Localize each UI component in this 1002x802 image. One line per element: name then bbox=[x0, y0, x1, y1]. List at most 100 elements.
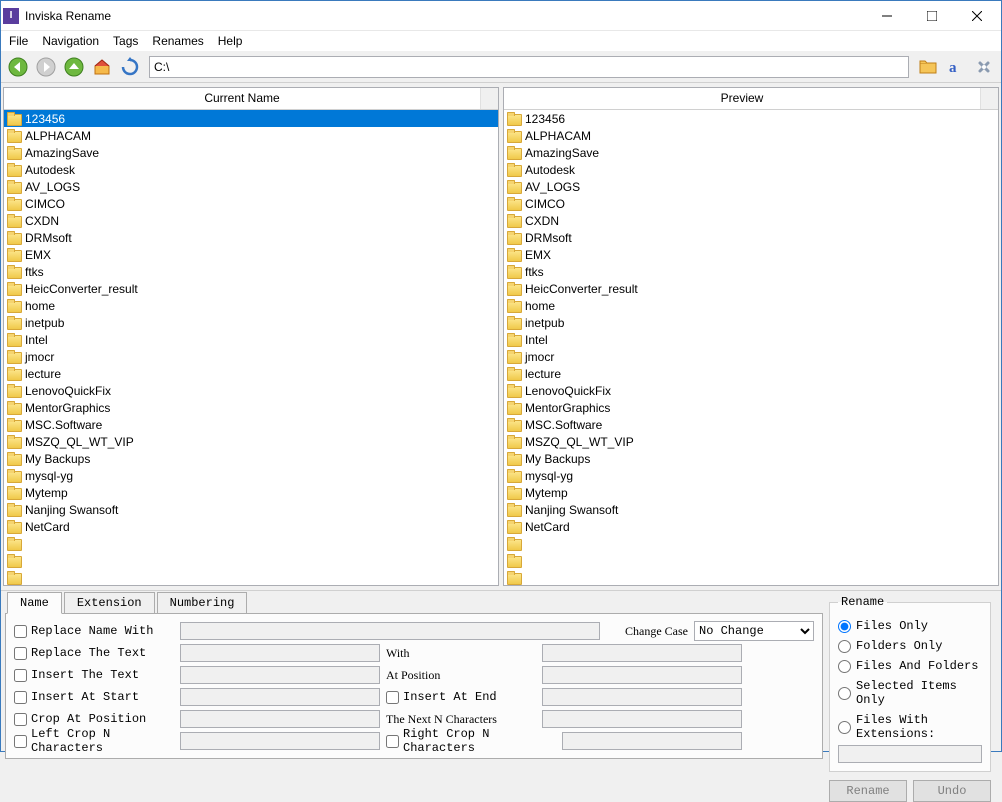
replace-the-text-check[interactable] bbox=[14, 647, 27, 660]
at-position-input[interactable] bbox=[542, 666, 742, 684]
open-folder-button[interactable] bbox=[915, 54, 941, 80]
menu-navigation[interactable]: Navigation bbox=[42, 34, 99, 48]
menu-tags[interactable]: Tags bbox=[113, 34, 138, 48]
forward-button[interactable] bbox=[33, 54, 59, 80]
list-item[interactable]: jmocr bbox=[504, 348, 998, 365]
current-name-list[interactable]: 123456ALPHACAMAmazingSaveAutodeskAV_LOGS… bbox=[4, 110, 498, 585]
replace-the-text-input[interactable] bbox=[180, 644, 380, 662]
list-item[interactable]: ALPHACAM bbox=[504, 127, 998, 144]
crop-at-position-check[interactable] bbox=[14, 713, 27, 726]
list-item[interactable]: AmazingSave bbox=[504, 144, 998, 161]
insert-at-start-input[interactable] bbox=[180, 688, 380, 706]
list-item[interactable]: AV_LOGS bbox=[504, 178, 998, 195]
minimize-button[interactable] bbox=[864, 2, 909, 30]
insert-at-end-check[interactable] bbox=[386, 691, 399, 704]
rename-button[interactable]: Rename bbox=[829, 780, 907, 802]
left-crop-n-check[interactable] bbox=[14, 735, 27, 748]
list-item[interactable]: MSZQ_QL_WT_VIP bbox=[504, 433, 998, 450]
font-button[interactable]: a bbox=[943, 54, 969, 80]
insert-at-end-input[interactable] bbox=[542, 688, 742, 706]
menu-file[interactable]: File bbox=[9, 34, 28, 48]
list-item[interactable]: home bbox=[504, 297, 998, 314]
menu-help[interactable]: Help bbox=[218, 34, 243, 48]
tab-extension[interactable]: Extension bbox=[64, 592, 155, 613]
up-button[interactable] bbox=[61, 54, 87, 80]
list-item[interactable]: Intel bbox=[4, 331, 498, 348]
list-item[interactable]: DRMsoft bbox=[4, 229, 498, 246]
list-item[interactable]: AmazingSave bbox=[4, 144, 498, 161]
crop-at-position-input[interactable] bbox=[180, 710, 380, 728]
list-item[interactable]: ftks bbox=[4, 263, 498, 280]
list-item[interactable]: DRMsoft bbox=[504, 229, 998, 246]
list-item[interactable]: MSZQ_QL_WT_VIP bbox=[4, 433, 498, 450]
tab-numbering[interactable]: Numbering bbox=[157, 592, 248, 613]
list-item[interactable]: CXDN bbox=[4, 212, 498, 229]
list-item[interactable]: EMX bbox=[504, 246, 998, 263]
list-item[interactable]: AV_LOGS bbox=[4, 178, 498, 195]
list-item[interactable]: MentorGraphics bbox=[504, 399, 998, 416]
insert-at-start-check[interactable] bbox=[14, 691, 27, 704]
current-name-header[interactable]: Current Name bbox=[4, 88, 481, 109]
list-item[interactable]: jmocr bbox=[4, 348, 498, 365]
files-and-folders-radio[interactable] bbox=[838, 660, 851, 673]
list-item[interactable]: mysql-yg bbox=[4, 467, 498, 484]
list-item[interactable]: MentorGraphics bbox=[4, 399, 498, 416]
list-item[interactable]: Intel bbox=[504, 331, 998, 348]
list-item[interactable]: Autodesk bbox=[4, 161, 498, 178]
preview-header[interactable]: Preview bbox=[504, 88, 981, 109]
list-item[interactable]: MSC.Software bbox=[504, 416, 998, 433]
the-next-n-input[interactable] bbox=[542, 710, 742, 728]
list-item[interactable]: CIMCO bbox=[4, 195, 498, 212]
insert-the-text-input[interactable] bbox=[180, 666, 380, 684]
list-item[interactable]: mysql-yg bbox=[504, 467, 998, 484]
list-item[interactable]: HeicConverter_result bbox=[4, 280, 498, 297]
files-with-ext-radio[interactable] bbox=[838, 721, 851, 734]
home-button[interactable] bbox=[89, 54, 115, 80]
list-item[interactable]: Nanjing Swansoft bbox=[504, 501, 998, 518]
settings-button[interactable] bbox=[971, 54, 997, 80]
list-item[interactable]: NetCard bbox=[4, 518, 498, 535]
maximize-button[interactable] bbox=[909, 2, 954, 30]
left-crop-n-input[interactable] bbox=[180, 732, 380, 750]
list-item[interactable]: 123456 bbox=[4, 110, 498, 127]
list-item[interactable]: inetpub bbox=[504, 314, 998, 331]
list-item[interactable]: Autodesk bbox=[504, 161, 998, 178]
list-item[interactable]: 123456 bbox=[504, 110, 998, 127]
list-item[interactable]: CXDN bbox=[504, 212, 998, 229]
list-item[interactable]: ftks bbox=[504, 263, 998, 280]
close-button[interactable] bbox=[954, 2, 999, 30]
list-item[interactable]: LenovoQuickFix bbox=[4, 382, 498, 399]
list-item[interactable]: My Backups bbox=[504, 450, 998, 467]
list-item[interactable]: EMX bbox=[4, 246, 498, 263]
list-item[interactable]: home bbox=[4, 297, 498, 314]
list-item[interactable]: CIMCO bbox=[504, 195, 998, 212]
refresh-button[interactable] bbox=[117, 54, 143, 80]
right-crop-n-input[interactable] bbox=[562, 732, 742, 750]
list-item[interactable]: Nanjing Swansoft bbox=[4, 501, 498, 518]
list-item[interactable]: LenovoQuickFix bbox=[504, 382, 998, 399]
list-item[interactable]: MSC.Software bbox=[4, 416, 498, 433]
folders-only-radio[interactable] bbox=[838, 640, 851, 653]
list-item[interactable]: ALPHACAM bbox=[4, 127, 498, 144]
list-item[interactable]: HeicConverter_result bbox=[504, 280, 998, 297]
list-item[interactable]: NetCard bbox=[504, 518, 998, 535]
selected-items-only-radio[interactable] bbox=[838, 687, 851, 700]
list-item[interactable]: My Backups bbox=[4, 450, 498, 467]
replace-name-with-check[interactable] bbox=[14, 625, 27, 638]
replace-name-with-input[interactable] bbox=[180, 622, 600, 640]
list-item[interactable]: lecture bbox=[4, 365, 498, 382]
files-only-radio[interactable] bbox=[838, 620, 851, 633]
preview-list[interactable]: 123456ALPHACAMAmazingSaveAutodeskAV_LOGS… bbox=[504, 110, 998, 585]
list-item[interactable]: Mytemp bbox=[4, 484, 498, 501]
list-item[interactable]: lecture bbox=[504, 365, 998, 382]
list-item[interactable]: inetpub bbox=[4, 314, 498, 331]
with-input[interactable] bbox=[542, 644, 742, 662]
path-input[interactable] bbox=[149, 56, 909, 78]
tab-name[interactable]: Name bbox=[7, 592, 62, 614]
list-item[interactable]: Mytemp bbox=[504, 484, 998, 501]
insert-the-text-check[interactable] bbox=[14, 669, 27, 682]
undo-button[interactable]: Undo bbox=[913, 780, 991, 802]
files-with-ext-input[interactable] bbox=[838, 745, 982, 763]
menu-renames[interactable]: Renames bbox=[152, 34, 203, 48]
back-button[interactable] bbox=[5, 54, 31, 80]
